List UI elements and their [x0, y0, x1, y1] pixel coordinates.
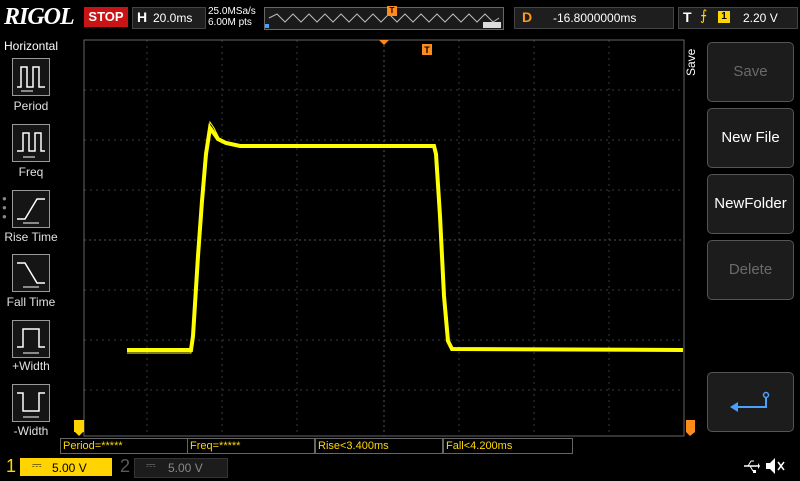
fall-time-icon	[17, 262, 45, 288]
measurement-rise[interactable]: Rise<3.400ms	[315, 438, 443, 454]
memory-trigger-marker: T	[387, 6, 397, 16]
dc-coupling-icon: ⎓	[32, 458, 42, 472]
trigger-level: 2.20 V	[743, 11, 778, 25]
channel-1-scale: 5.00 V	[52, 461, 87, 475]
waveform-display[interactable]: T	[60, 36, 700, 440]
memory-waveform-thumbnail	[265, 13, 501, 28]
dc-coupling-icon: ⎓	[146, 458, 156, 472]
speaker-muted-icon[interactable]	[764, 456, 786, 481]
save-button[interactable]: Save	[707, 42, 794, 102]
period-icon	[17, 66, 45, 92]
channel-2-scale: 5.00 V	[168, 461, 203, 475]
run-stop-button[interactable]: STOP	[84, 7, 128, 27]
rise-time-button[interactable]	[12, 190, 50, 228]
brand-logo: RIGOL	[4, 4, 75, 30]
trigger-level-marker	[686, 420, 695, 436]
rise-time-icon	[17, 198, 45, 224]
trigger-source: 1	[718, 11, 730, 23]
timebase-value: 20.0ms	[153, 11, 193, 25]
back-button[interactable]	[707, 372, 794, 432]
positive-width-icon	[17, 328, 45, 354]
memory-position-bar[interactable]: T	[264, 6, 504, 30]
negative-width-button[interactable]	[12, 384, 50, 422]
negative-width-icon	[17, 392, 45, 418]
svg-text:T: T	[424, 45, 430, 55]
freq-label: Freq	[18, 165, 44, 179]
fall-time-button[interactable]	[12, 254, 50, 292]
new-file-button[interactable]: New File	[707, 108, 794, 168]
channel-1-number: 1	[6, 456, 17, 476]
channel-1-ground-marker	[74, 420, 84, 436]
memory-depth: 6.00M pts	[208, 17, 252, 28]
channel-1-trace	[127, 120, 684, 354]
rising-edge-icon: ⨍	[700, 7, 708, 23]
delete-button[interactable]: Delete	[707, 240, 794, 300]
rise-time-label: Rise Time	[4, 230, 58, 244]
right-menu-title: Save	[684, 48, 698, 76]
negative-width-label: -Width	[13, 424, 49, 438]
trigger-position-marker: T	[379, 40, 432, 55]
trigger-label: T	[683, 9, 692, 25]
positive-width-label: +Width	[12, 359, 50, 373]
delay-value: -16.8000000ms	[553, 11, 637, 25]
channel-2-number: 2	[120, 456, 131, 476]
sample-rate: 25.0MSa/s	[208, 6, 256, 17]
freq-button[interactable]	[12, 124, 50, 162]
delay-label: D	[522, 9, 533, 25]
measurement-freq[interactable]: Freq=*****	[187, 438, 315, 454]
usb-icon	[742, 458, 760, 479]
period-label: Period	[13, 99, 49, 113]
trigger-box[interactable]	[678, 7, 798, 29]
frequency-icon	[17, 132, 45, 158]
new-folder-button[interactable]: NewFolder	[707, 174, 794, 234]
scroll-indicator: ● ● ●	[2, 194, 7, 221]
waveform-grid: T	[74, 39, 695, 437]
horizontal-label: H	[137, 9, 148, 25]
left-menu-title: Horizontal	[3, 39, 59, 53]
measurement-fall[interactable]: Fall<4.200ms	[443, 438, 573, 454]
measurement-period[interactable]: Period=*****	[60, 438, 188, 454]
positive-width-button[interactable]	[12, 320, 50, 358]
fall-time-label: Fall Time	[6, 295, 56, 309]
period-button[interactable]	[12, 58, 50, 96]
return-arrow-icon	[730, 391, 770, 412]
